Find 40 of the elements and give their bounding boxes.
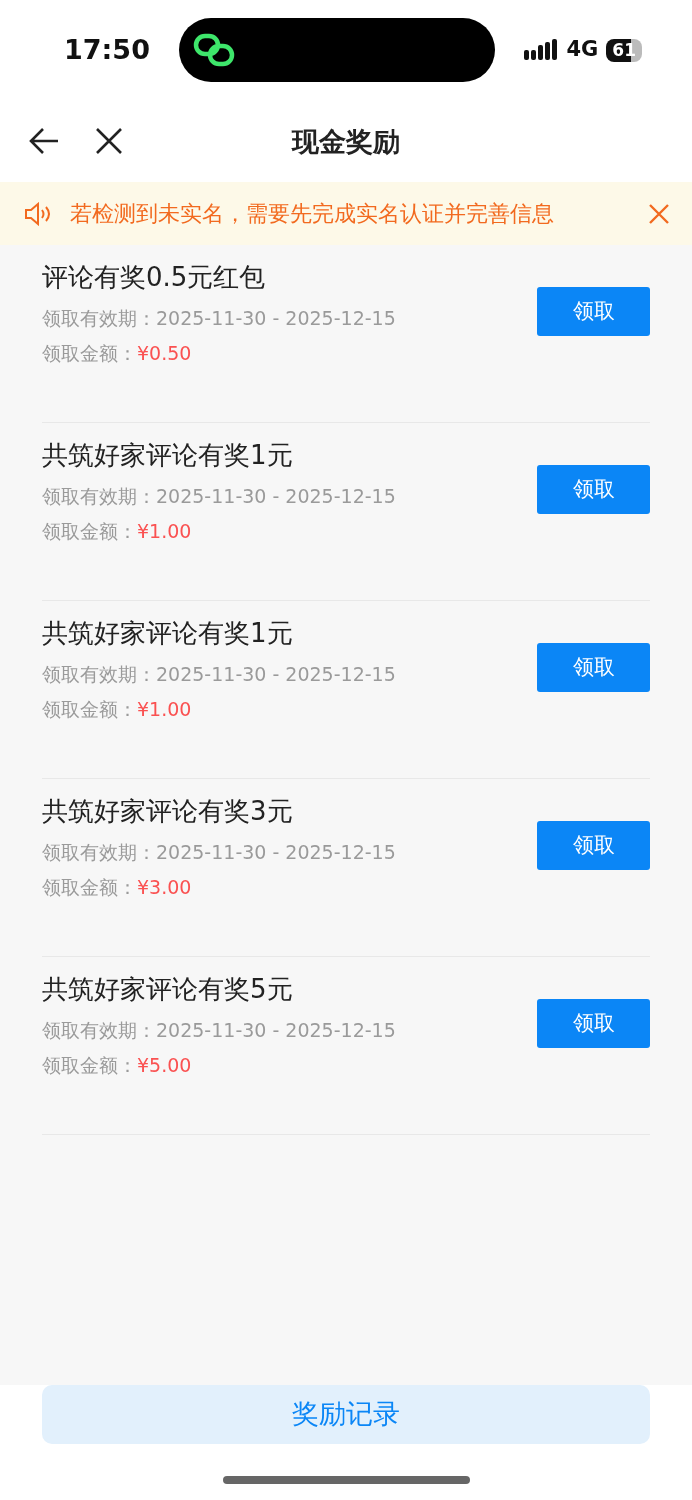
validity-label: 领取有效期：	[42, 484, 156, 509]
reward-records-button[interactable]: 奖励记录	[42, 1385, 650, 1444]
network-label: 4G	[566, 36, 599, 64]
validity-label: 领取有效期：	[42, 662, 156, 687]
claim-button[interactable]: 领取	[537, 287, 650, 336]
amount-value: ¥1.00	[137, 697, 192, 722]
validity-dates: 2025-11-30 - 2025-12-15	[156, 1018, 396, 1043]
speaker-icon	[24, 201, 52, 226]
signal-icon	[524, 39, 559, 61]
validity-dates: 2025-11-30 - 2025-12-15	[156, 306, 396, 331]
amount-label: 领取金额：	[42, 341, 137, 366]
back-icon[interactable]	[28, 126, 60, 156]
validity-label: 领取有效期：	[42, 1018, 156, 1043]
clock: 17:50	[64, 32, 150, 67]
claim-button[interactable]: 领取	[537, 821, 650, 870]
reward-title: 共筑好家评论有奖3元	[42, 795, 294, 828]
validity-dates: 2025-11-30 - 2025-12-15	[156, 662, 396, 687]
link-icon	[193, 33, 236, 67]
amount-value: ¥5.00	[137, 1053, 192, 1078]
claim-button[interactable]: 领取	[537, 643, 650, 692]
close-icon[interactable]	[95, 127, 123, 155]
claim-button[interactable]: 领取	[537, 999, 650, 1048]
validity-label: 领取有效期：	[42, 306, 156, 331]
reward-title: 评论有奖0.5元红包	[42, 261, 267, 294]
claim-button[interactable]: 领取	[537, 465, 650, 514]
amount-value: ¥0.50	[137, 341, 192, 366]
amount-value: ¥3.00	[137, 875, 192, 900]
notice-text: 若检测到未实名，需要先完成实名认证并完善信息	[70, 200, 555, 228]
validity-label: 领取有效期：	[42, 840, 156, 865]
reward-title: 共筑好家评论有奖1元	[42, 617, 294, 650]
page-title: 现金奖励	[292, 125, 400, 159]
amount-value: ¥1.00	[137, 519, 192, 544]
reward-title: 共筑好家评论有奖1元	[42, 439, 294, 472]
amount-label: 领取金额：	[42, 875, 137, 900]
amount-label: 领取金额：	[42, 697, 137, 722]
reward-title: 共筑好家评论有奖5元	[42, 973, 294, 1006]
validity-dates: 2025-11-30 - 2025-12-15	[156, 840, 396, 865]
amount-label: 领取金额：	[42, 1053, 137, 1078]
amount-label: 领取金额：	[42, 519, 137, 544]
validity-dates: 2025-11-30 - 2025-12-15	[156, 484, 396, 509]
